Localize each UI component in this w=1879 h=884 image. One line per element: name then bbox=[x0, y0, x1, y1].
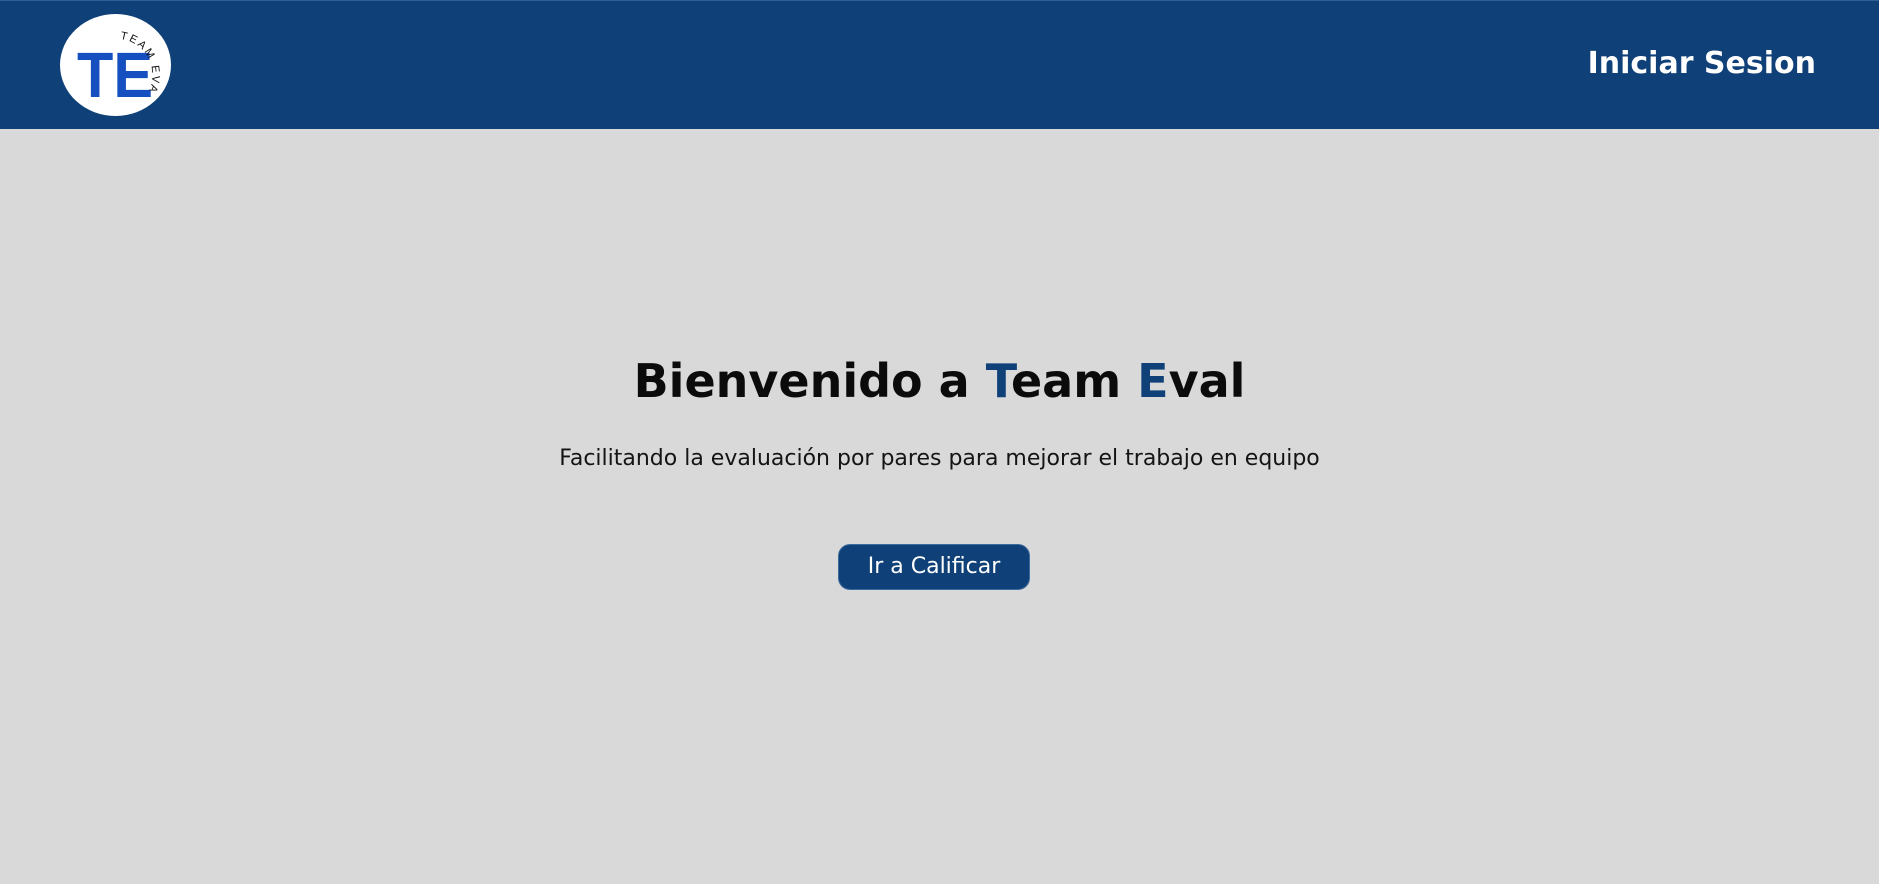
login-link[interactable]: Iniciar Sesion bbox=[1588, 45, 1816, 83]
welcome-subtitle: Facilitando la evaluación por pares para… bbox=[559, 446, 1320, 471]
hero-section: Bienvenido a Team Eval Facilitando la ev… bbox=[0, 129, 1879, 884]
title-accent-t: T bbox=[985, 354, 1011, 408]
welcome-title: Bienvenido a Team Eval bbox=[0, 353, 1879, 409]
title-text-1: Bienvenido a bbox=[633, 354, 986, 408]
go-rate-button[interactable]: Ir a Calificar bbox=[838, 544, 1030, 590]
team-eval-logo-icon: TE TEAM EVAL bbox=[60, 14, 160, 111]
top-navbar: TE TEAM EVAL Iniciar Sesion bbox=[0, 0, 1879, 129]
title-text-2: eam bbox=[1010, 354, 1138, 408]
title-text-3: val bbox=[1168, 354, 1246, 408]
team-eval-logo[interactable]: TE TEAM EVAL bbox=[60, 14, 171, 116]
title-accent-e: E bbox=[1137, 354, 1169, 408]
